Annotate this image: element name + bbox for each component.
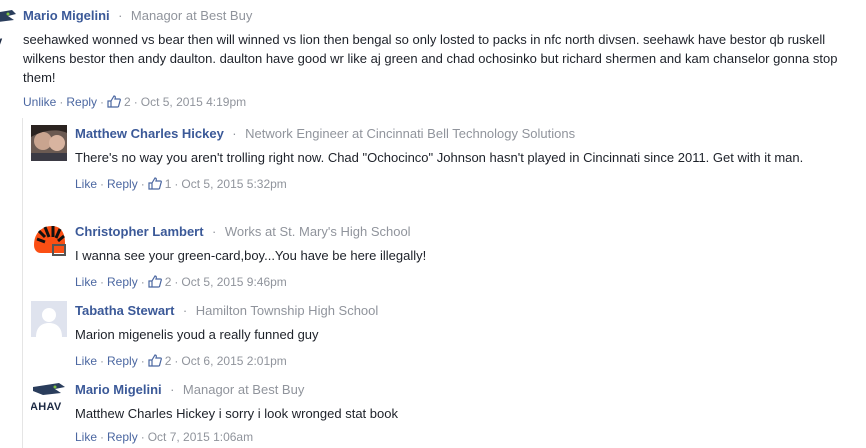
comment-header: Mario Migelini · Managor at Best Buy — [75, 382, 860, 398]
comment-header: Matthew Charles Hickey · Network Enginee… — [75, 126, 860, 142]
reply-link[interactable]: Reply — [107, 275, 138, 289]
reply-link[interactable]: Reply — [107, 354, 138, 368]
reply-2: Christopher Lambert · Works at St. Mary'… — [75, 224, 860, 292]
avatar-seahawks[interactable]: AHAV — [31, 380, 67, 416]
like-count[interactable]: 2 — [165, 354, 172, 368]
comment-timestamp[interactable]: Oct 5, 2015 9:46pm — [181, 275, 286, 289]
separator: · — [140, 430, 145, 444]
separator: · — [232, 126, 237, 141]
avatar-default-silhouette[interactable] — [31, 301, 67, 337]
comment-header: Christopher Lambert · Works at St. Mary'… — [75, 224, 860, 240]
reply-1: Matthew Charles Hickey · Network Enginee… — [75, 126, 860, 194]
reply-link[interactable]: Reply — [107, 430, 138, 444]
separator: · — [140, 354, 145, 368]
comment-text: Matthew Charles Hickey i sorry i look wr… — [75, 406, 398, 421]
comment-timestamp[interactable]: Oct 6, 2015 2:01pm — [181, 354, 286, 368]
author-name[interactable]: Mario Migelini — [75, 382, 162, 397]
author-name[interactable]: Mario Migelini — [23, 8, 110, 23]
separator: · — [174, 354, 179, 368]
comment-text: seehawked wonned vs bear then will winne… — [23, 32, 838, 85]
comment-1: Mario Migelini · Managor at Best Buy see… — [23, 8, 863, 112]
separator: · — [100, 430, 105, 444]
comment-header: Tabatha Stewart · Hamilton Township High… — [75, 303, 860, 319]
thumbs-up-icon[interactable] — [148, 354, 162, 371]
like-count[interactable]: 2 — [124, 95, 131, 109]
separator: · — [140, 177, 145, 191]
author-affiliation[interactable]: Managor at Best Buy — [131, 8, 252, 23]
separator: · — [59, 95, 64, 109]
separator: · — [182, 303, 188, 318]
comment-actions: Like · Reply · 1 · Oct 5, 2015 5:32pm — [75, 176, 860, 194]
separator: · — [133, 95, 138, 109]
separator: · — [118, 8, 123, 23]
like-link[interactable]: Like — [75, 430, 97, 444]
author-affiliation[interactable]: Hamilton Township High School — [196, 303, 379, 318]
comment-timestamp[interactable]: Oct 5, 2015 5:32pm — [181, 177, 286, 191]
author-name[interactable]: Matthew Charles Hickey — [75, 126, 224, 141]
avatar-logo-text: AV — [0, 36, 3, 50]
unlike-link[interactable]: Unlike — [23, 95, 56, 109]
thumbs-up-icon[interactable] — [107, 95, 121, 112]
author-name[interactable]: Tabatha Stewart — [75, 303, 174, 318]
like-link[interactable]: Like — [75, 354, 97, 368]
reply-4: Mario Migelini · Managor at Best Buy Mat… — [75, 382, 860, 445]
comment-actions: Like · Reply · 2 · Oct 5, 2015 9:46pm — [75, 274, 860, 292]
like-link[interactable]: Like — [75, 177, 97, 191]
author-affiliation[interactable]: Network Engineer at Cincinnati Bell Tech… — [245, 126, 575, 141]
replies-thread-line — [22, 118, 23, 448]
separator: · — [174, 177, 179, 191]
author-name[interactable]: Christopher Lambert — [75, 224, 204, 239]
like-link[interactable]: Like — [75, 275, 97, 289]
comment-text: There's no way you aren't trolling right… — [75, 150, 804, 165]
avatar-bengals-helmet[interactable] — [31, 223, 67, 259]
comment-timestamp[interactable]: Oct 5, 2015 4:19pm — [141, 95, 246, 109]
comment-actions: Unlike · Reply · 2 · Oct 5, 2015 4:19pm — [23, 94, 863, 112]
comment-actions: Like · Reply · Oct 7, 2015 1:06am — [75, 429, 860, 445]
separator: · — [100, 95, 105, 109]
avatar-seahawks[interactable]: AV — [0, 4, 18, 50]
separator: · — [100, 354, 105, 368]
author-affiliation[interactable]: Works at St. Mary's High School — [225, 224, 411, 239]
separator: · — [100, 177, 105, 191]
comment-timestamp[interactable]: Oct 7, 2015 1:06am — [148, 430, 253, 444]
separator: · — [174, 275, 179, 289]
separator: · — [140, 275, 145, 289]
comment-header: Mario Migelini · Managor at Best Buy — [23, 8, 863, 24]
separator: · — [212, 224, 217, 239]
avatar-logo-text: AHAV — [31, 401, 62, 413]
comment-text: Marion migenelis youd a really funned gu… — [75, 327, 319, 342]
reply-link[interactable]: Reply — [66, 95, 97, 109]
like-count[interactable]: 1 — [165, 177, 172, 191]
thumbs-up-icon[interactable] — [148, 275, 162, 292]
comment-text: I wanna see your green-card,boy...You ha… — [75, 248, 427, 263]
reply-link[interactable]: Reply — [107, 177, 138, 191]
separator: · — [170, 382, 175, 397]
reply-3: Tabatha Stewart · Hamilton Township High… — [75, 303, 860, 371]
comment-actions: Like · Reply · 2 · Oct 6, 2015 2:01pm — [75, 353, 860, 371]
avatar-photo[interactable] — [31, 125, 67, 161]
author-affiliation[interactable]: Managor at Best Buy — [183, 382, 304, 397]
thumbs-up-icon[interactable] — [148, 177, 162, 194]
separator: · — [100, 275, 105, 289]
like-count[interactable]: 2 — [165, 275, 172, 289]
